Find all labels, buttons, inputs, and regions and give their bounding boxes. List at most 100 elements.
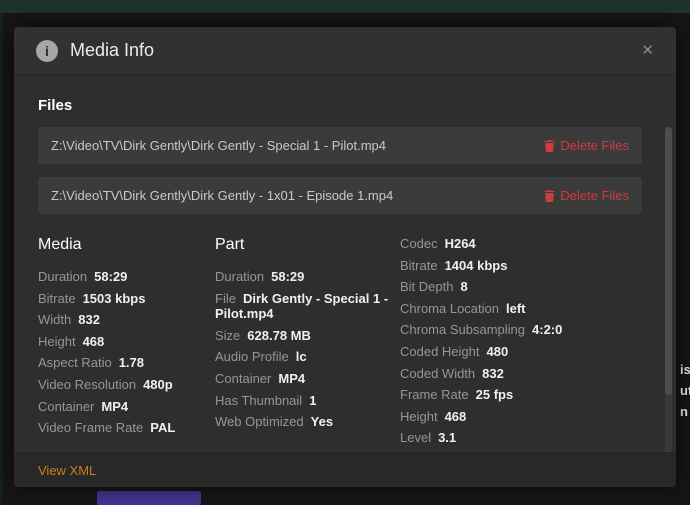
field-value: 832 [482, 365, 504, 381]
delete-files-label: Delete Files [560, 138, 629, 153]
field-value: 832 [78, 312, 100, 328]
field-label: Codec [400, 236, 438, 251]
file-row: Z:\Video\TV\Dirk Gently\Dirk Gently - 1x… [38, 177, 642, 214]
field-row: Has Thumbnail 1 [215, 393, 400, 409]
field-label: Coded Width [400, 365, 476, 381]
field-label: Duration [215, 269, 265, 284]
field-row: Bitrate 1404 kbps [400, 258, 642, 274]
field-value: 58:29 [271, 269, 305, 284]
delete-files-button[interactable]: Delete Files [544, 138, 629, 153]
field-label: Audio Profile [215, 349, 289, 365]
field-value: 468 [444, 408, 467, 424]
field-label: Web Optimized [215, 414, 304, 430]
field-row: Audio Profile lc [215, 349, 400, 365]
field-label: Chroma Subsampling [400, 322, 526, 338]
field-label: Height [400, 408, 438, 424]
background-text-fragment: is [680, 362, 690, 377]
info-columns: Media Duration 58:29 Bitrate 1503 kbps Wid… [38, 236, 642, 452]
background-text-fragment: n [680, 404, 688, 419]
field-row: Video Frame Rate PAL [38, 420, 215, 436]
dialog-body: Files Z:\Video\TV\Dirk Gently\Dirk Gentl… [14, 75, 676, 452]
field-label: Bitrate [38, 290, 76, 306]
field-value: 4:2:0 [532, 322, 563, 338]
file-row: Z:\Video\TV\Dirk Gently\Dirk Gently - Sp… [38, 127, 642, 164]
field-label: Coded Height [400, 343, 480, 359]
field-value: 8 [460, 279, 468, 295]
trash-icon [544, 139, 555, 152]
field-label: Chroma Location [400, 300, 499, 316]
delete-files-button[interactable]: Delete Files [544, 188, 629, 203]
file-path: Z:\Video\TV\Dirk Gently\Dirk Gently - 1x… [51, 188, 394, 203]
field-row: Width 832 [38, 312, 215, 328]
field-value: 1404 kbps [444, 257, 508, 273]
field-value: 480 [486, 343, 509, 359]
field-label: Container [38, 398, 95, 414]
field-value: MP4 [278, 370, 306, 386]
field-row: Chroma Subsampling 4:2:0 [400, 322, 642, 338]
field-value: H264 [444, 236, 476, 251]
close-icon[interactable]: ✕ [641, 43, 654, 58]
field-value: 58:29 [94, 269, 128, 284]
field-row: Coded Width 832 [400, 366, 642, 382]
dialog-header: i Media Info ✕ [14, 27, 676, 75]
field-row: Bit Depth 8 [400, 279, 642, 295]
field-label: File [215, 290, 236, 306]
trash-icon [544, 189, 555, 202]
field-label: Bitrate [400, 257, 438, 273]
media-column: Media Duration 58:29 Bitrate 1503 kbps Wid… [38, 236, 215, 452]
part-column: Part Duration 58:29 File Dirk Gently - Spe… [215, 236, 400, 452]
field-label: Video Frame Rate [38, 420, 144, 436]
page-top-bar [0, 0, 690, 13]
field-label: Frame Rate [400, 387, 469, 403]
field-row: Web Optimized Yes [215, 414, 400, 430]
info-icon: i [36, 39, 58, 62]
field-row: Size 628.78 MB [215, 328, 400, 344]
field-value: 1 [309, 392, 317, 408]
media-column-heading: Media [38, 236, 82, 253]
delete-files-label: Delete Files [560, 188, 629, 203]
field-row: Level 3.1 [400, 430, 642, 446]
field-row: Frame Rate 25 fps [400, 387, 642, 403]
field-row: Video Resolution 480p [38, 377, 215, 393]
field-value: 25 fps [475, 387, 514, 403]
field-row: Container MP4 [215, 371, 400, 387]
field-value: left [506, 300, 526, 316]
field-value: 1.78 [118, 355, 145, 371]
field-label: Has Thumbnail [215, 392, 303, 408]
field-label: Height [38, 333, 76, 349]
field-row: Duration 58:29 [215, 269, 400, 285]
field-value: 480p [143, 376, 173, 392]
view-xml-link[interactable]: View XML [38, 463, 96, 478]
field-row: Coded Height 480 [400, 344, 642, 360]
dialog-footer: View XML [14, 452, 676, 487]
dialog-title: Media Info [70, 40, 155, 60]
field-label: Aspect Ratio [38, 355, 112, 371]
field-value: 3.1 [438, 430, 457, 446]
page-left-edge [0, 13, 3, 505]
field-row: Container MP4 [38, 399, 215, 415]
field-row: File Dirk Gently - Special 1 - Pilot.mp4 [215, 291, 400, 322]
field-value: PAL [150, 420, 176, 436]
field-label: Size [215, 327, 241, 343]
field-value: 1503 kbps [82, 290, 146, 306]
media-info-dialog: i Media Info ✕ Files Z:\Video\TV\Dirk Ge… [14, 27, 676, 487]
field-row: Height 468 [400, 409, 642, 425]
field-label: Level [400, 430, 432, 446]
field-value: 628.78 MB [247, 327, 311, 343]
field-value: lc [295, 349, 307, 365]
background-highlight-fragment [97, 491, 201, 505]
files-heading: Files [38, 97, 73, 114]
field-label: Video Resolution [38, 376, 137, 392]
field-row: Chroma Location left [400, 301, 642, 317]
scrollbar-track[interactable] [665, 127, 672, 452]
scrollbar-thumb[interactable] [665, 127, 672, 395]
field-value: Dirk Gently - Special 1 - Pilot.mp4 [215, 290, 389, 322]
field-row: Aspect Ratio 1.78 [38, 355, 215, 371]
field-label: Width [38, 312, 72, 328]
part-column-heading: Part [215, 236, 245, 253]
field-row: Height 468 [38, 334, 215, 350]
field-row: Duration 58:29 [38, 269, 215, 285]
field-value: 468 [82, 333, 105, 349]
field-label: Bit Depth [400, 279, 454, 295]
field-row: Codec H264 [400, 236, 642, 252]
